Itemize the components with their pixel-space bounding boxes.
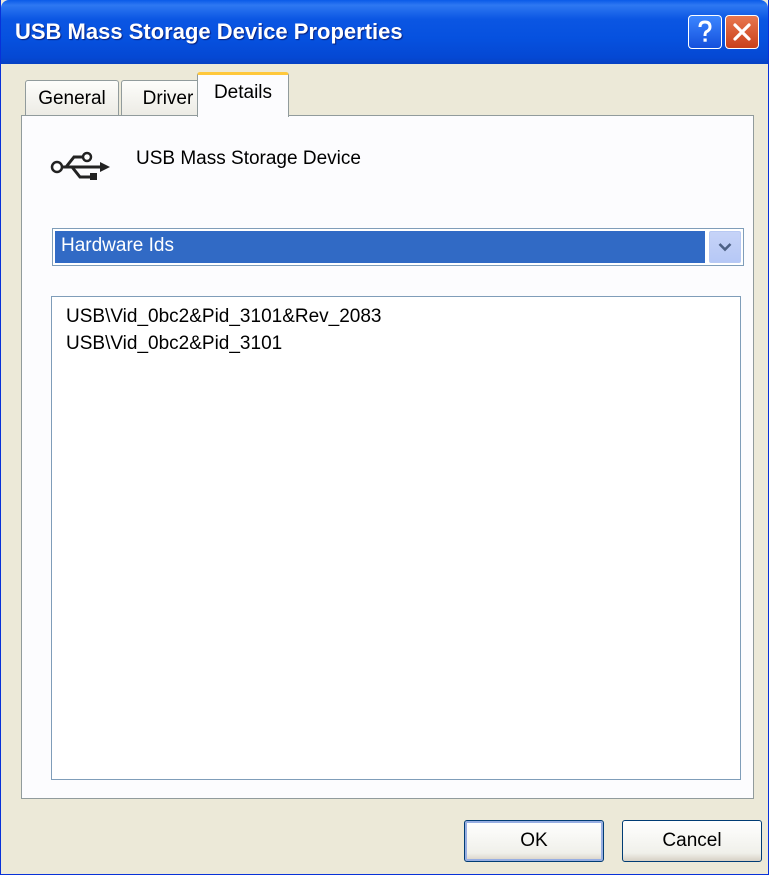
window-title: USB Mass Storage Device Properties bbox=[15, 19, 403, 44]
tab-general[interactable]: General bbox=[25, 80, 119, 116]
usb-icon bbox=[50, 151, 110, 180]
dropdown-arrow-button[interactable] bbox=[709, 231, 741, 263]
close-button[interactable] bbox=[725, 15, 759, 49]
list-item[interactable]: USB\Vid_0bc2&Pid_3101 bbox=[66, 330, 726, 357]
ok-button[interactable]: OK bbox=[464, 820, 604, 862]
property-dropdown-value[interactable]: Hardware Ids bbox=[55, 231, 705, 263]
tab-details[interactable]: Details bbox=[197, 72, 289, 117]
help-button[interactable] bbox=[688, 15, 722, 49]
chevron-down-icon bbox=[718, 243, 732, 252]
list-item[interactable]: USB\Vid_0bc2&Pid_3101&Rev_2083 bbox=[66, 303, 726, 330]
close-icon bbox=[733, 23, 751, 41]
cancel-button[interactable]: Cancel bbox=[622, 820, 762, 862]
property-dropdown[interactable]: Hardware Ids bbox=[52, 228, 744, 266]
properties-dialog: USB Mass Storage Device Properties Gener… bbox=[0, 0, 769, 875]
property-values-list[interactable]: USB\Vid_0bc2&Pid_3101&Rev_2083 USB\Vid_0… bbox=[51, 296, 741, 780]
details-panel: USB Mass Storage Device Hardware Ids USB… bbox=[21, 115, 754, 799]
device-name: USB Mass Storage Device bbox=[136, 148, 361, 169]
title-bar[interactable]: USB Mass Storage Device Properties bbox=[1, 0, 768, 64]
question-mark-icon bbox=[698, 20, 712, 42]
